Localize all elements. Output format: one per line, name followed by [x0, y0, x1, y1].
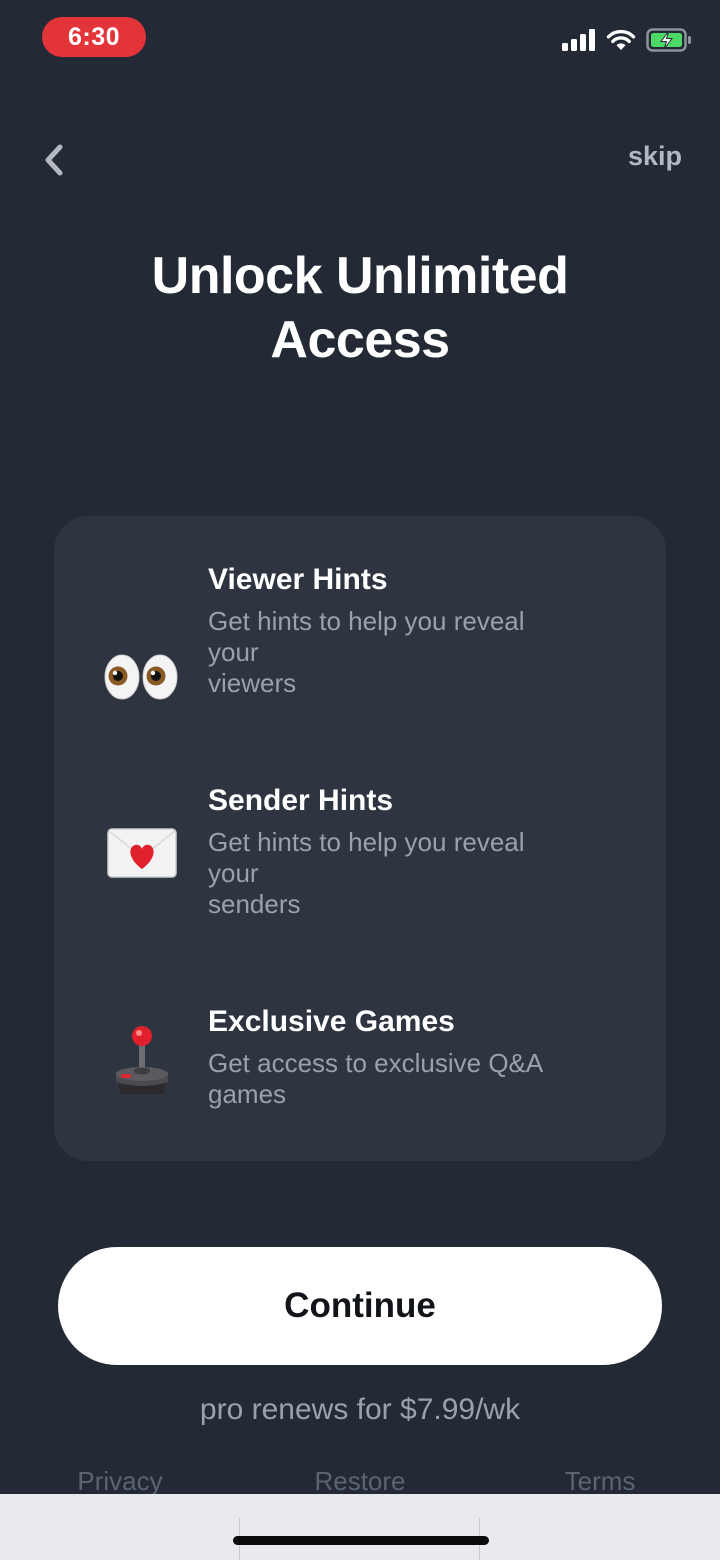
joystick-icon: [102, 1020, 182, 1100]
feature-description: Get hints to help you reveal your viewer…: [208, 606, 525, 698]
continue-button[interactable]: Continue: [58, 1247, 662, 1365]
feature-text: Viewer Hints Get hints to help you revea…: [208, 560, 598, 699]
love-letter-icon: [102, 813, 182, 893]
page-title: Unlock Unlimited Access: [0, 244, 720, 372]
feature-text: Sender Hints Get hints to help you revea…: [208, 781, 598, 920]
home-indicator[interactable]: [233, 1536, 489, 1545]
status-icons: [562, 28, 692, 52]
cellular-signal-icon: [562, 29, 595, 51]
restore-link[interactable]: Restore: [260, 1466, 460, 1497]
bottom-bar: [0, 1494, 720, 1560]
status-time: 6:30: [42, 17, 146, 57]
back-button[interactable]: [32, 136, 76, 184]
feature-title: Sender Hints: [208, 784, 394, 817]
page-title-line-1: Unlock Unlimited: [151, 247, 569, 305]
feature-title: Exclusive Games: [208, 1005, 455, 1038]
feature-description: Get access to exclusive Q&A games: [208, 1048, 544, 1109]
battery-charging-icon: [646, 28, 691, 52]
page-title-line-2: Access: [270, 311, 450, 369]
terms-link[interactable]: Terms: [500, 1466, 700, 1497]
privacy-link[interactable]: Privacy: [20, 1466, 220, 1497]
feature-title: Viewer Hints: [208, 563, 388, 596]
renewal-price-text: pro renews for $7.99/wk: [199, 1393, 521, 1426]
chevron-left-icon: [45, 144, 63, 176]
eyes-icon: [102, 637, 182, 717]
skip-button[interactable]: skip: [628, 141, 682, 172]
features-card: Viewer Hints Get hints to help you revea…: [54, 516, 666, 1161]
feature-description: Get hints to help you reveal your sender…: [208, 827, 525, 919]
wifi-icon: [606, 29, 636, 50]
feature-text: Exclusive Games Get access to exclusive …: [208, 1002, 598, 1110]
